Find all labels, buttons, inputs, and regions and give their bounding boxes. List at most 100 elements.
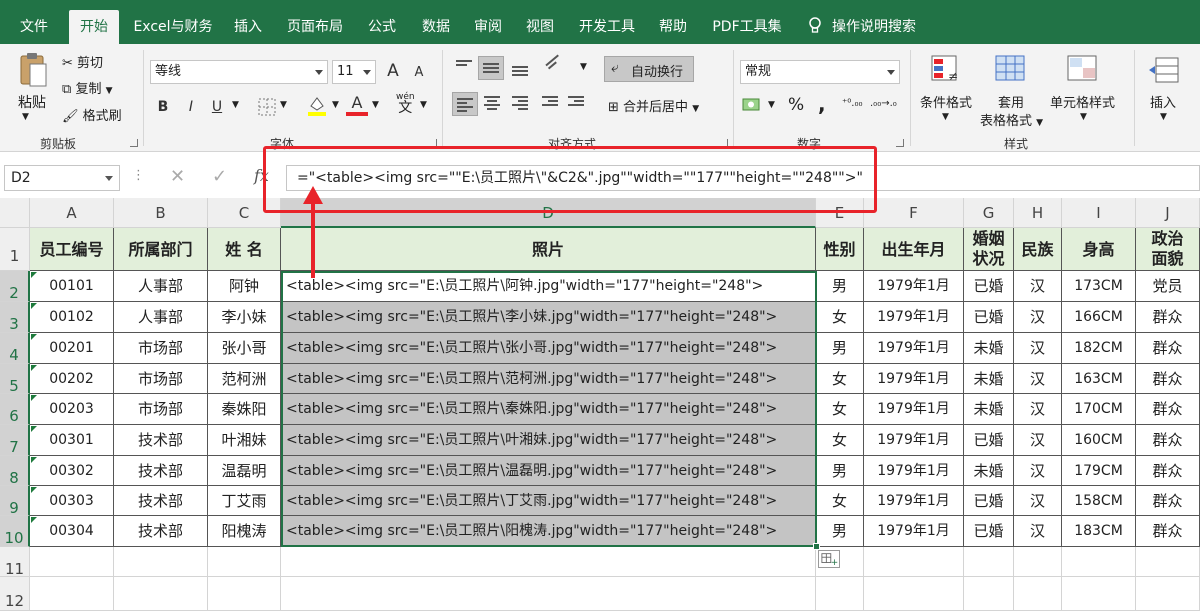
column-header-a[interactable]: A <box>30 198 114 228</box>
empty-cell[interactable] <box>1136 547 1200 577</box>
cell-height[interactable]: 163CM <box>1062 364 1136 394</box>
cell-dept[interactable]: 市场部 <box>114 394 208 425</box>
empty-cell[interactable] <box>208 547 281 577</box>
italic-button[interactable]: I <box>180 96 202 118</box>
row-header-6[interactable]: 6 <box>0 394 30 425</box>
bold-button[interactable]: B <box>152 96 174 118</box>
header-cell-id[interactable]: 员工编号 <box>30 228 114 271</box>
cell-birth[interactable]: 1979年1月 <box>864 394 964 425</box>
cell-name[interactable]: 李小妹 <box>208 302 281 333</box>
orientation-icon[interactable] <box>545 54 566 75</box>
row-header-2[interactable]: 2 <box>0 271 30 302</box>
row-header-12[interactable]: 12 <box>0 577 30 611</box>
error-indicator-icon[interactable] <box>31 303 37 309</box>
cell-birth[interactable]: 1979年1月 <box>864 516 964 547</box>
cell-photo[interactable]: <table><img src="E:\员工照片\温磊明.jpg"width="… <box>281 456 816 486</box>
empty-cell[interactable] <box>864 547 964 577</box>
decrease-indent-icon[interactable] <box>542 96 558 110</box>
column-header-j[interactable]: J <box>1136 198 1200 228</box>
cell-name[interactable]: 范柯洲 <box>208 364 281 394</box>
header-cell-political[interactable]: 政治 面貌 <box>1136 228 1200 271</box>
cell-ethnic[interactable]: 汉 <box>1014 486 1062 516</box>
cell-name[interactable]: 叶湘妹 <box>208 425 281 456</box>
paste-button[interactable]: 粘贴 <box>18 92 46 112</box>
percent-button[interactable]: % <box>788 95 804 115</box>
cell-height[interactable]: 182CM <box>1062 333 1136 364</box>
header-cell-dept[interactable]: 所属部门 <box>114 228 208 271</box>
font-name-combo[interactable]: 等线 <box>150 60 328 84</box>
header-cell-photo[interactable]: 照片 <box>281 228 816 271</box>
tab-developer[interactable]: 开发工具 <box>572 10 642 44</box>
cell-height[interactable]: 179CM <box>1062 456 1136 486</box>
format-as-table-button[interactable]: 表格格式 ▼ <box>980 110 1043 129</box>
cell-id[interactable]: 00302 <box>30 456 114 486</box>
row-header-11[interactable]: 11 <box>0 547 30 578</box>
cell-name[interactable]: 秦姝阳 <box>208 394 281 425</box>
empty-cell[interactable] <box>114 547 208 577</box>
cell-marital[interactable]: 已婚 <box>964 302 1014 333</box>
wrap-text-button[interactable]: ⤶ 自动换行 <box>604 56 694 82</box>
cell-marital[interactable]: 未婚 <box>964 333 1014 364</box>
cell-photo[interactable]: <table><img src="E:\员工照片\秦姝阳.jpg"width="… <box>281 394 816 425</box>
cell-id[interactable]: 00203 <box>30 394 114 425</box>
cell-ethnic[interactable]: 汉 <box>1014 456 1062 486</box>
shrink-font-button[interactable]: A <box>408 62 430 84</box>
cell-photo[interactable]: <table><img src="E:\员工照片\丁艾雨.jpg"width="… <box>281 486 816 516</box>
header-cell-ethnic[interactable]: 民族 <box>1014 228 1062 271</box>
cell-dept[interactable]: 技术部 <box>114 425 208 456</box>
accounting-format-icon[interactable] <box>742 96 764 114</box>
empty-cell[interactable] <box>281 547 816 577</box>
header-cell-name[interactable]: 姓 名 <box>208 228 281 271</box>
align-center-icon[interactable] <box>484 96 500 110</box>
cell-marital[interactable]: 未婚 <box>964 456 1014 486</box>
cell-political[interactable]: 群众 <box>1136 425 1200 456</box>
column-header-b[interactable]: B <box>114 198 208 228</box>
column-header-h[interactable]: H <box>1014 198 1062 228</box>
cell-gender[interactable]: 女 <box>816 486 864 516</box>
row-header-5[interactable]: 5 <box>0 364 30 395</box>
cell-marital[interactable]: 未婚 <box>964 364 1014 394</box>
empty-cell[interactable] <box>964 547 1014 577</box>
cell-dept[interactable]: 技术部 <box>114 456 208 486</box>
cell-marital[interactable]: 已婚 <box>964 486 1014 516</box>
header-cell-marital[interactable]: 婚姻 状况 <box>964 228 1014 271</box>
comma-button[interactable]: , <box>818 92 826 116</box>
row-header-8[interactable]: 8 <box>0 456 30 487</box>
phonetic-button[interactable]: wén 文 <box>396 92 415 116</box>
font-color-button[interactable]: A <box>346 92 368 116</box>
accounting-dropdown-icon[interactable]: ▼ <box>768 100 775 110</box>
empty-cell[interactable] <box>281 577 816 611</box>
conditional-format-dropdown-icon[interactable]: ▼ <box>942 112 949 122</box>
error-indicator-icon[interactable] <box>31 487 37 493</box>
cell-id[interactable]: 00202 <box>30 364 114 394</box>
empty-cell[interactable] <box>1062 547 1136 577</box>
copy-button[interactable]: ⧉ 复制 ▼ <box>62 78 113 97</box>
cell-photo[interactable]: <table><img src="E:\员工照片\阿钟.jpg"width="1… <box>281 271 816 302</box>
insert-cells-dropdown-icon[interactable]: ▼ <box>1160 112 1167 122</box>
cell-height[interactable]: 173CM <box>1062 271 1136 302</box>
phonetic-dropdown-icon[interactable]: ▼ <box>420 100 427 110</box>
borders-icon[interactable] <box>258 98 276 116</box>
error-indicator-icon[interactable] <box>31 334 37 340</box>
cell-id[interactable]: 00304 <box>30 516 114 547</box>
select-all-corner[interactable] <box>0 198 30 228</box>
empty-cell[interactable] <box>30 547 114 577</box>
tab-page-layout[interactable]: 页面布局 <box>280 10 350 44</box>
error-indicator-icon[interactable] <box>31 426 37 432</box>
cell-marital[interactable]: 未婚 <box>964 394 1014 425</box>
cell-birth[interactable]: 1979年1月 <box>864 456 964 486</box>
confirm-entry-icon[interactable]: ✓ <box>212 166 227 187</box>
tab-excel-finance[interactable]: Excel与财务 <box>128 10 218 44</box>
cell-dept[interactable]: 技术部 <box>114 486 208 516</box>
cell-styles-dropdown-icon[interactable]: ▼ <box>1080 112 1087 122</box>
number-launcher-icon[interactable] <box>896 139 904 147</box>
align-right-icon[interactable] <box>512 96 528 110</box>
tab-home[interactable]: 开始 <box>69 10 119 44</box>
row-header-4[interactable]: 4 <box>0 333 30 364</box>
cell-birth[interactable]: 1979年1月 <box>864 486 964 516</box>
underline-dropdown-icon[interactable]: ▼ <box>232 100 239 110</box>
row-header-9[interactable]: 9 <box>0 486 30 517</box>
paste-dropdown-icon[interactable]: ▼ <box>22 112 29 122</box>
row-header-7[interactable]: 7 <box>0 425 30 456</box>
cell-name[interactable]: 阿钟 <box>208 271 281 302</box>
